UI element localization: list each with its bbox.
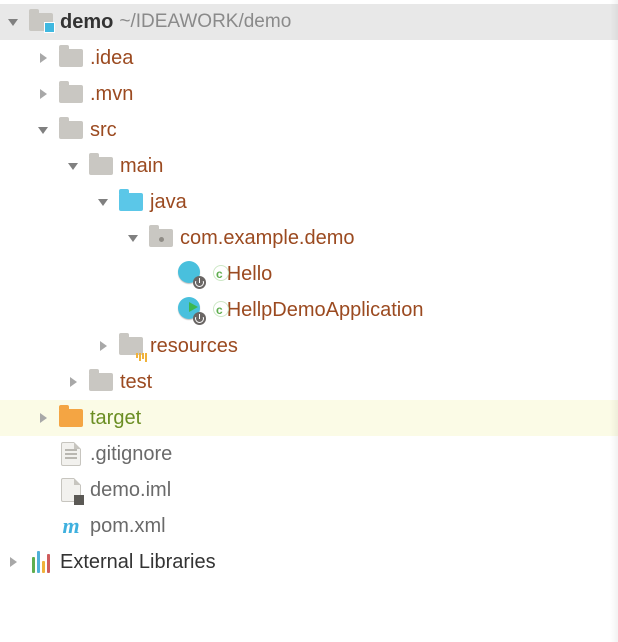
maven-icon: m [58,513,84,539]
tree-row-resources[interactable]: resources [0,328,618,364]
node-label: com.example.demo [180,227,355,250]
node-label: resources [150,335,238,358]
expand-arrow[interactable] [94,340,112,352]
node-label: .gitignore [90,443,172,466]
tree-row-idea[interactable]: .idea [0,40,618,76]
tree-row-mvn[interactable]: .mvn [0,76,618,112]
expand-arrow[interactable] [64,376,82,388]
node-label: src [90,119,117,142]
tree-row-iml[interactable]: demo.iml [0,472,618,508]
tree-row-main[interactable]: main [0,148,618,184]
tree-row-target[interactable]: target [0,400,618,436]
tree-row-gitignore[interactable]: .gitignore [0,436,618,472]
node-label: pom.xml [90,515,166,538]
spring-boot-class-icon [178,261,204,287]
tree-row-class-hello[interactable]: Hello [0,256,618,292]
node-label: java [150,191,187,214]
node-label: .idea [90,47,133,70]
expand-arrow[interactable] [34,88,52,100]
package-icon [148,225,174,251]
expand-arrow[interactable] [34,412,52,424]
scrollbar-hint [610,0,618,642]
tree-row-class-app[interactable]: HellpDemoApplication [0,292,618,328]
node-label: target [90,407,141,430]
folder-icon [58,117,84,143]
node-label: test [120,371,152,394]
tree-row-pom[interactable]: m pom.xml [0,508,618,544]
folder-icon [58,45,84,71]
tree-row-test[interactable]: test [0,364,618,400]
class-badge-icon [216,267,223,281]
resources-folder-icon [118,333,144,359]
module-folder-icon [28,9,54,35]
node-label: demo.iml [90,479,171,502]
tree-row-package[interactable]: com.example.demo [0,220,618,256]
project-tree[interactable]: demo ~/IDEAWORK/demo .idea .mvn src [0,0,618,584]
tree-row-external-libs[interactable]: External Libraries [0,544,618,580]
expand-arrow[interactable] [4,16,22,28]
expand-arrow[interactable] [34,52,52,64]
text-file-icon [58,441,84,467]
node-label: .mvn [90,83,133,106]
expand-arrow[interactable] [34,124,52,136]
expand-arrow[interactable] [124,232,142,244]
libraries-icon [28,549,54,575]
folder-icon [58,81,84,107]
folder-icon [88,369,114,395]
tree-row-src[interactable]: src [0,112,618,148]
node-label: External Libraries [60,551,216,574]
excluded-folder-icon [58,405,84,431]
expand-arrow[interactable] [94,196,112,208]
tree-row-root[interactable]: demo ~/IDEAWORK/demo [0,4,618,40]
expand-arrow[interactable] [64,160,82,172]
class-badge-icon [216,303,223,317]
iml-file-icon [58,477,84,503]
node-label: Hello [227,263,273,286]
source-folder-icon [118,189,144,215]
node-label: main [120,155,163,178]
spring-boot-main-icon [178,297,204,323]
node-label: HellpDemoApplication [227,299,424,322]
folder-icon [88,153,114,179]
tree-row-java[interactable]: java [0,184,618,220]
root-path: ~/IDEAWORK/demo [119,11,291,33]
expand-arrow[interactable] [4,556,22,568]
root-name: demo [60,11,113,34]
